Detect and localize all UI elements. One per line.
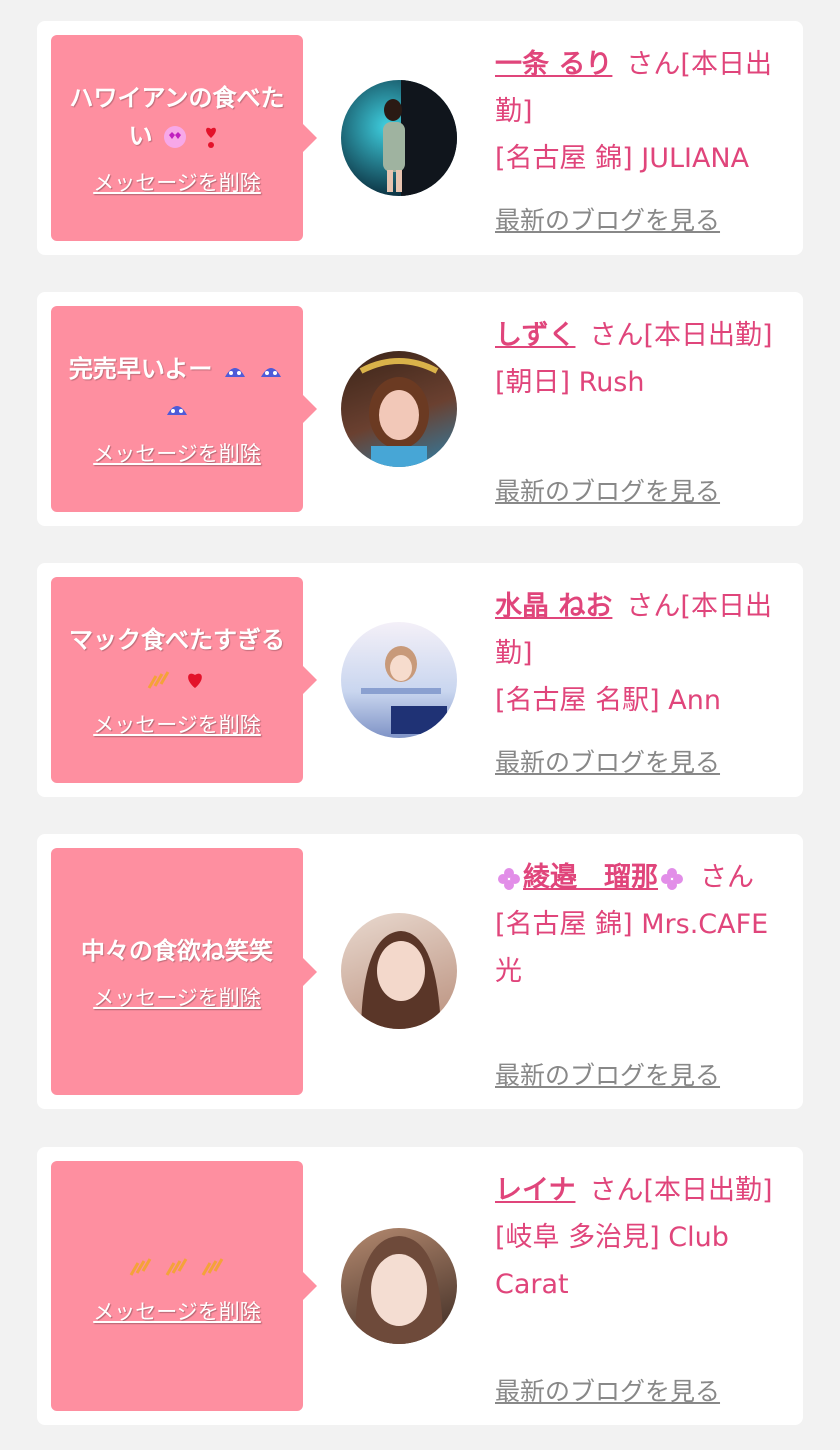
avatar[interactable] xyxy=(341,1228,457,1344)
heart-sparkle-icon xyxy=(188,673,203,688)
girl-name-link[interactable]: しずく xyxy=(495,320,575,351)
message-text: ハワイアンの食べたい xyxy=(65,79,289,155)
delete-message-link[interactable]: メッセージを削除 xyxy=(93,709,261,739)
clover-icon xyxy=(661,867,683,890)
girl-status: さん[本日出勤] xyxy=(589,1175,773,1206)
message-card: ハワイアンの食べたい メッセージを削除 一条 るり さん[本日出勤] [名古屋 錦… xyxy=(37,21,803,255)
woman-selfie-photo xyxy=(359,358,439,467)
avatar[interactable] xyxy=(341,351,457,467)
girl-info: 水晶 ねお さん[本日出勤] [名古屋 名駅] Ann xyxy=(495,583,785,724)
message-body: 完売早いよー xyxy=(68,355,213,383)
view-blog-link[interactable]: 最新のブログを見る xyxy=(495,201,720,237)
delete-message-link[interactable]: メッセージを削除 xyxy=(93,982,261,1012)
delete-message-link[interactable]: メッセージを削除 xyxy=(93,438,261,468)
message-body: 中々の食欲ね笑笑 xyxy=(81,936,273,965)
red-exclamation-heart-icon xyxy=(206,127,217,148)
woman-closeup-photo xyxy=(355,1236,443,1344)
message-bubble: マック食べたすぎる メッセージを削除 xyxy=(51,577,317,783)
avatar[interactable] xyxy=(341,80,457,196)
view-blog-link[interactable]: 最新のブログを見る xyxy=(495,472,720,508)
girl-info: レイナ さん[本日出勤] [岐阜 多治見] Club Carat xyxy=(495,1167,785,1308)
woman-in-dress-photo xyxy=(383,80,457,196)
woman-portrait-photo xyxy=(361,931,441,1029)
girl-status: さん[本日出勤] xyxy=(589,320,773,351)
girl-name-link[interactable]: 綾邉 瑠那 xyxy=(495,862,686,893)
message-card: 完売早いよー メッセージを削除 しずく さん[本日出勤] [朝日] Rush 最新… xyxy=(37,292,803,526)
message-card: メッセージを削除 レイナ さん[本日出勤] [岐阜 多治見] Club Carat… xyxy=(37,1147,803,1425)
girl-info: 一条 るり さん[本日出勤] [名古屋 錦] JULIANA xyxy=(495,41,785,182)
message-bubble: ハワイアンの食べたい メッセージを削除 xyxy=(51,35,317,241)
message-bubble: メッセージを削除 xyxy=(51,1161,317,1411)
girl-name-link[interactable]: 水晶 ねお xyxy=(495,591,612,622)
sparkle-icon xyxy=(165,1258,188,1276)
girl-status: さん xyxy=(700,862,754,893)
no1-banner-photo xyxy=(361,646,447,734)
sparkle-icon xyxy=(147,671,170,689)
girl-name-link[interactable]: 一条 るり xyxy=(495,49,612,80)
message-card: マック食べたすぎる メッセージを削除 水晶 ねお さん[本日出勤] [名古屋 名駅… xyxy=(37,563,803,797)
sparkle-icon xyxy=(202,1258,224,1276)
sweat-face-icon xyxy=(224,368,245,377)
sweat-face-icon xyxy=(167,406,187,415)
shop-name: [岐阜 多治見] Club Carat xyxy=(495,1222,729,1300)
delete-message-link[interactable]: メッセージを削除 xyxy=(93,1296,261,1326)
sparkle-icon xyxy=(129,1258,151,1276)
message-card: 中々の食欲ね笑笑 メッセージを削除 綾邉 瑠那 さん [名古屋 錦] Mrs.CA… xyxy=(37,834,803,1109)
clover-icon xyxy=(498,867,520,890)
heart-eyes-icon xyxy=(164,126,186,148)
message-text: 完売早いよー xyxy=(65,350,289,426)
avatar[interactable] xyxy=(341,622,457,738)
delete-message-link[interactable]: メッセージを削除 xyxy=(93,167,261,197)
girl-name-text: 綾邉 瑠那 xyxy=(523,862,658,893)
shop-name: [名古屋 名駅] Ann xyxy=(495,685,721,716)
view-blog-link[interactable]: 最新のブログを見る xyxy=(495,743,720,779)
message-bubble: 中々の食欲ね笑笑 メッセージを削除 xyxy=(51,848,317,1095)
girl-name-link[interactable]: レイナ xyxy=(495,1175,575,1206)
message-text: 中々の食欲ね笑笑 xyxy=(81,932,273,970)
view-blog-link[interactable]: 最新のブログを見る xyxy=(495,1372,720,1408)
shop-name: [朝日] Rush xyxy=(495,367,645,398)
message-text: マック食べたすぎる xyxy=(65,621,289,697)
shop-name: [名古屋 錦] JULIANA xyxy=(495,143,750,174)
message-text xyxy=(127,1246,228,1284)
view-blog-link[interactable]: 最新のブログを見る xyxy=(495,1056,720,1092)
sweat-face-icon xyxy=(261,368,282,377)
avatar[interactable] xyxy=(341,913,457,1029)
message-bubble: 完売早いよー メッセージを削除 xyxy=(51,306,317,512)
girl-info: しずく さん[本日出勤] [朝日] Rush xyxy=(495,312,785,406)
message-body: マック食べたすぎる xyxy=(69,626,285,654)
girl-info: 綾邉 瑠那 さん [名古屋 錦] Mrs.CAFE 光 xyxy=(495,854,785,995)
shop-name: [名古屋 錦] Mrs.CAFE 光 xyxy=(495,909,769,987)
